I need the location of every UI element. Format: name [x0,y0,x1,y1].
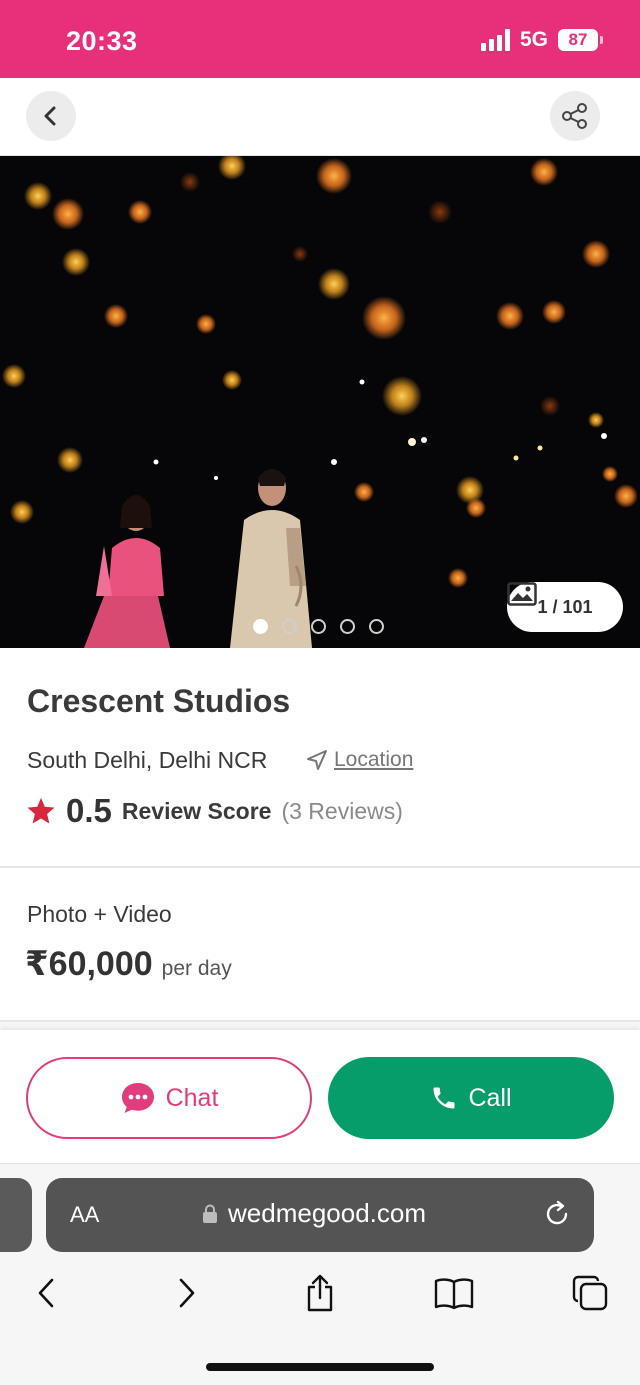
share-upload-icon [307,1274,333,1312]
gallery-dot[interactable] [369,619,384,634]
bookmarks-button[interactable] [432,1271,476,1315]
action-bar: Chat Call [0,1030,640,1164]
price-row: ₹60,000 per day [25,944,232,984]
battery-icon: 87 [558,29,603,51]
chevron-left-icon [44,106,56,126]
status-indicators: 5G 87 [480,28,603,52]
gallery-dot[interactable] [311,619,326,634]
reload-icon[interactable] [542,1199,572,1229]
location-link-text: Location [334,748,414,771]
chevron-right-icon [179,1278,195,1308]
rating-value: 0.5 [66,792,112,829]
gallery-dot[interactable] [282,619,297,634]
navigation-arrow-icon [307,750,327,770]
location-link[interactable]: Location [306,748,413,772]
address-bar[interactable]: AA wedmegood.com [46,1178,594,1252]
price-unit: per day [161,957,232,980]
chat-bubble-icon [121,1083,154,1113]
battery-level: 87 [568,30,588,49]
text-size-button[interactable]: AA [70,1202,99,1228]
photo-counter-text: 1 / 101 [537,596,593,617]
signal-icon [480,29,510,51]
share-icon [562,103,587,129]
pricing-section: Photo + Video ₹60,000 per day [0,868,640,1022]
package-name: Photo + Video [27,901,172,927]
image-icon [507,582,537,606]
url-text: wedmegood.com [228,1198,426,1228]
vendor-location: South Delhi, Delhi NCR [27,747,268,773]
gallery-dot[interactable] [340,619,355,634]
tabs-icon [572,1275,608,1311]
gallery-dots [253,619,384,634]
gallery-photo [0,156,640,648]
browser-forward-button[interactable] [164,1271,208,1315]
url-display[interactable]: wedmegood.com [202,1198,426,1229]
status-time: 20:33 [66,26,138,56]
tabs-button[interactable] [568,1271,612,1315]
chevron-left-icon [38,1278,54,1308]
browser-actions [0,1271,640,1317]
status-bar: 20:33 5G 87 [0,0,640,78]
rating-label: Review Score [121,797,272,824]
photo-count-badge[interactable]: 1 / 101 [507,582,623,632]
browser-toolbar: AA wedmegood.com [0,1164,640,1385]
network-type: 5G [519,28,548,51]
phone-icon [433,1087,455,1109]
browser-share-button[interactable] [298,1271,342,1315]
browser-back-button[interactable] [25,1271,69,1315]
back-button[interactable] [26,91,76,141]
rating-row[interactable]: 0.5 Review Score (3 Reviews) [26,792,403,830]
photo-gallery[interactable]: 1 / 101 [0,156,640,648]
call-button-label: Call [468,1083,512,1112]
star-icon [27,797,55,824]
previous-tab-peek[interactable] [0,1178,32,1252]
share-button[interactable] [550,91,600,141]
chat-button-label: Chat [165,1083,219,1112]
price-value: ₹60,000 [25,945,153,983]
call-button[interactable]: Call [328,1057,614,1139]
top-nav [0,78,640,156]
review-count: (3 Reviews) [281,797,403,824]
chat-button[interactable]: Chat [26,1057,312,1139]
book-icon [434,1278,474,1310]
home-indicator[interactable] [206,1363,434,1371]
lock-icon [203,1204,217,1223]
vendor-info: Crescent Studios South Delhi, Delhi NCR … [0,648,640,868]
vendor-name: Crescent Studios [27,683,291,719]
gallery-dot[interactable] [253,619,268,634]
